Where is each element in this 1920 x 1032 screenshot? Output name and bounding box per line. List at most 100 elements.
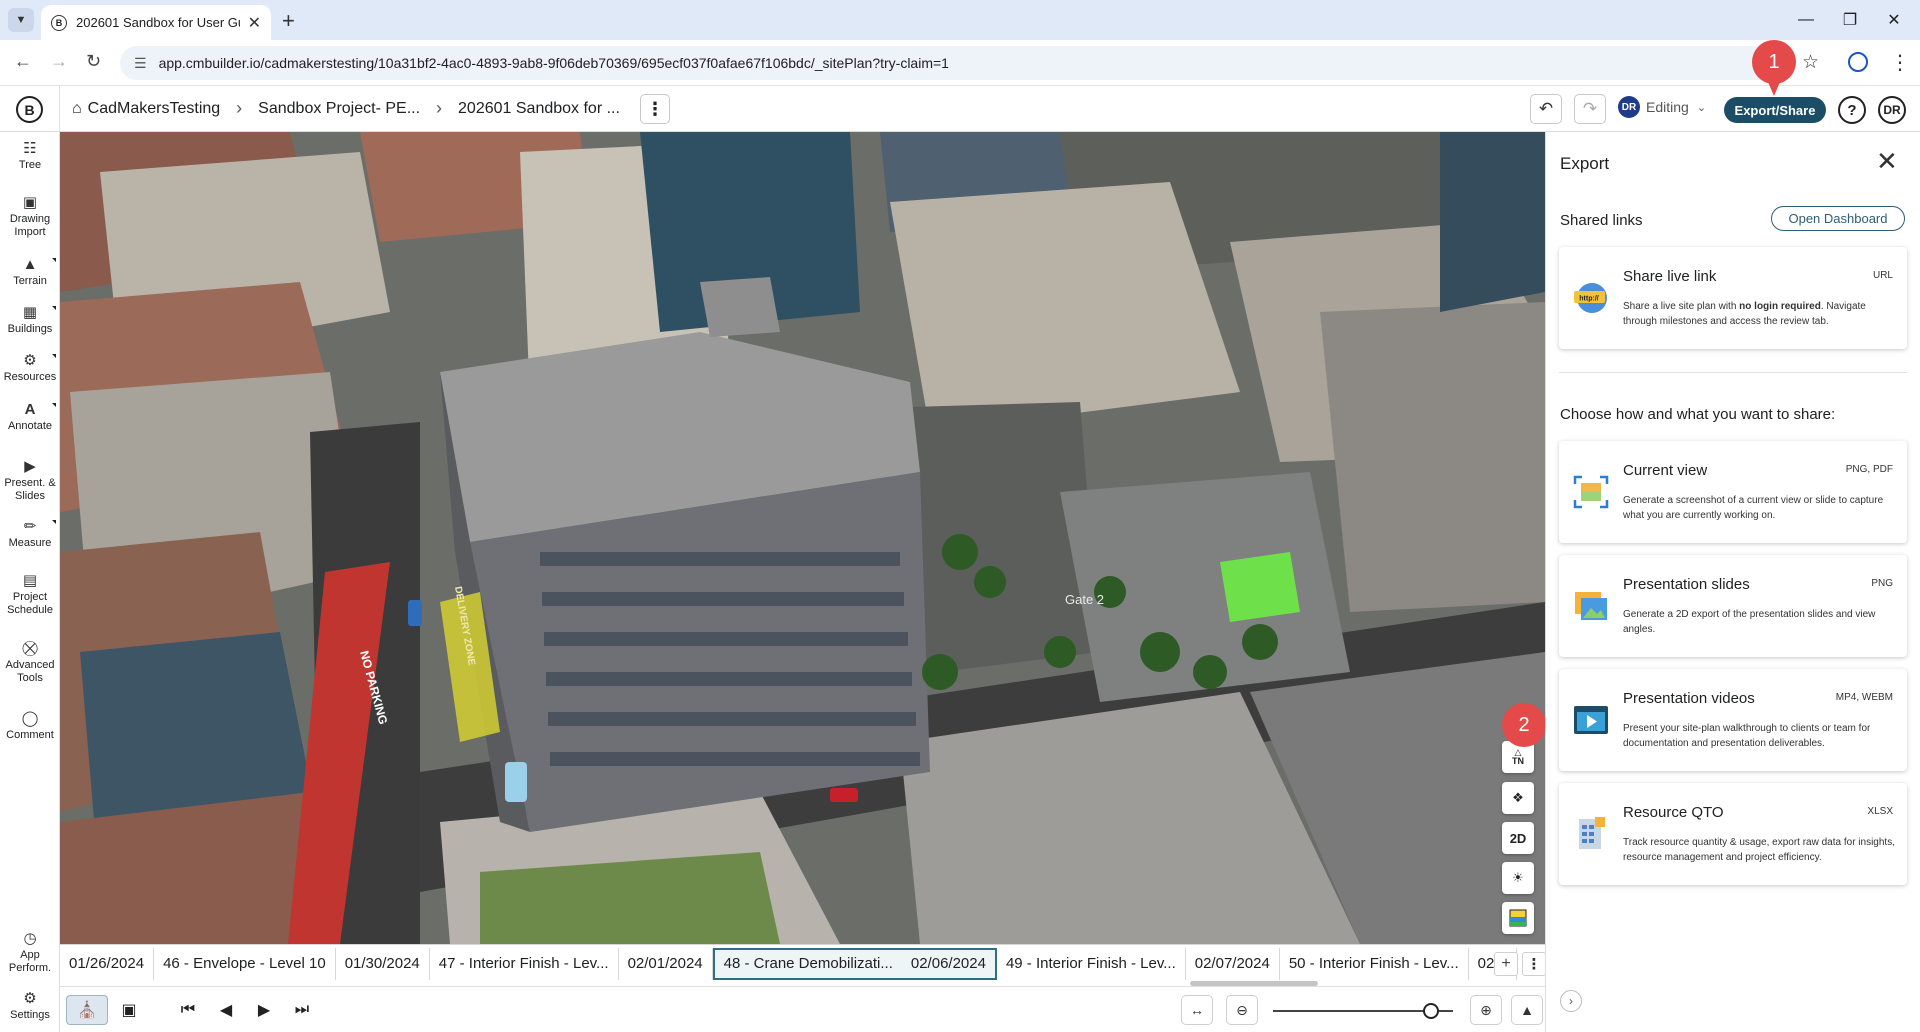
previous-button[interactable]: ◀ xyxy=(205,995,247,1025)
zoom-slider-thumb[interactable] xyxy=(1423,1003,1440,1019)
tool-buildings[interactable]: ▦ Buildings xyxy=(0,304,60,336)
fit-width-button[interactable]: ↔ xyxy=(1181,995,1213,1025)
sun-tool-button[interactable]: ☀ xyxy=(1502,862,1534,894)
breadcrumb-org[interactable]: CadMakersTesting xyxy=(88,100,221,118)
browser-tab[interactable]: B 202601 Sandbox for User Guide ✕ xyxy=(41,5,271,40)
shared-links-heading: Shared links xyxy=(1560,212,1643,229)
card-description: Share a live site plan with no login req… xyxy=(1623,301,1866,327)
gate-label: Gate 2 xyxy=(1065,592,1104,607)
play-button[interactable]: ▶ xyxy=(243,995,285,1025)
open-dashboard-button[interactable]: Open Dashboard xyxy=(1771,206,1905,231)
close-panel-icon[interactable]: ✕ xyxy=(1876,148,1898,174)
export-share-button[interactable]: Export/Share xyxy=(1724,97,1826,123)
milestone-item[interactable]: 47 - Interior Finish - Lev... xyxy=(430,947,619,980)
fullscreen-button[interactable]: ▲ xyxy=(1511,995,1543,1025)
share-live-link-card[interactable]: http:// Share live link URL Share a live… xyxy=(1559,247,1907,349)
milestone-item[interactable]: 50 - Interior Finish - Lev... xyxy=(1280,947,1469,980)
zoom-slider[interactable] xyxy=(1273,1003,1453,1019)
card-title: Presentation videos xyxy=(1623,690,1755,707)
add-milestone-button[interactable]: + xyxy=(1494,952,1518,976)
presentation-icon: ▶ xyxy=(24,458,36,475)
breadcrumb-siteplan[interactable]: 202601 Sandbox for ... xyxy=(458,100,620,118)
new-tab-button[interactable]: + xyxy=(282,8,295,34)
tool-annotate[interactable]: A Annotate xyxy=(0,401,60,433)
home-icon[interactable]: ⌂ xyxy=(72,100,82,118)
tool-tree[interactable]: ☷ Tree xyxy=(0,140,60,172)
3d-viewport[interactable]: NO PARKING DELIVERY ZONE Gate 2 xyxy=(60,132,1545,944)
milestone-item[interactable]: 49 - Interior Finish - Lev... xyxy=(997,947,1186,980)
tool-presentation[interactable]: ▶ Present. & Slides xyxy=(0,458,60,503)
forward-button[interactable]: → xyxy=(50,51,68,72)
layers-button[interactable] xyxy=(1502,902,1534,934)
milestone-item[interactable]: 46 - Envelope - Level 10 xyxy=(154,947,336,980)
ruler-icon: ✏ xyxy=(23,518,37,535)
card-title: Resource QTO xyxy=(1623,804,1724,821)
skip-end-button[interactable]: ⏭ xyxy=(281,995,323,1025)
toggle-2d-button[interactable]: 2D xyxy=(1502,822,1534,854)
reload-button[interactable]: ↻ xyxy=(86,51,101,72)
profile-icon[interactable] xyxy=(1848,52,1868,72)
gauge-icon: ◷ xyxy=(23,930,37,947)
redo-button[interactable]: ↷ xyxy=(1574,94,1606,124)
browser-menu-icon[interactable]: ⋮ xyxy=(1890,50,1910,75)
site-info-icon[interactable]: ☰ xyxy=(134,55,147,72)
zoom-in-button[interactable]: ⊕ xyxy=(1470,995,1502,1025)
tab-search-button[interactable]: ▼ xyxy=(8,8,34,32)
siteplan-view-button[interactable]: ⛪ xyxy=(66,995,108,1025)
breadcrumb-project[interactable]: Sandbox Project- PE... xyxy=(258,100,420,118)
tool-drawing-import[interactable]: ▣ Drawing Import xyxy=(0,194,60,239)
svg-text:http://: http:// xyxy=(1579,296,1598,303)
restore-button[interactable]: ❐ xyxy=(1826,0,1874,40)
presentation-view-button[interactable]: ▣ xyxy=(108,995,150,1025)
back-button[interactable]: ← xyxy=(14,51,32,72)
card-description: Generate a screenshot of a current view … xyxy=(1623,495,1884,521)
callout-pointer-1 xyxy=(1768,82,1780,96)
card-format: PNG, PDF xyxy=(1845,464,1893,475)
mode-dropdown[interactable]: DR Editing ⌄ xyxy=(1618,96,1706,118)
milestone-date[interactable]: 01/30/2024 xyxy=(336,947,430,980)
avatar[interactable]: DR xyxy=(1878,96,1906,124)
tool-terrain[interactable]: ▲ Terrain xyxy=(0,256,60,288)
tool-resources[interactable]: ⚙ Resources xyxy=(0,352,60,384)
help-button[interactable]: ? xyxy=(1838,96,1866,124)
tree-icon: ☷ xyxy=(23,140,37,157)
building-icon: ▦ xyxy=(22,304,38,321)
card-format: XLSX xyxy=(1867,806,1893,817)
skip-end-icon: ⏭ xyxy=(294,1001,310,1018)
presentation-videos-card[interactable]: Presentation videos MP4, WEBM Present yo… xyxy=(1559,669,1907,771)
undo-button[interactable]: ↶ xyxy=(1530,94,1562,124)
url-field[interactable]: ☰ app.cmbuilder.io/cadmakerstesting/10a3… xyxy=(120,46,1780,80)
current-view-card[interactable]: Current view PNG, PDF Generate a screens… xyxy=(1559,441,1907,543)
milestone-menu-button[interactable]: ⋮ xyxy=(1522,952,1546,976)
tool-project-schedule[interactable]: ▤ Project Schedule xyxy=(0,572,60,617)
cube-icon: ❖ xyxy=(1512,790,1524,805)
resource-qto-card[interactable]: Resource QTO XLSX Track resource quantit… xyxy=(1559,783,1907,885)
expand-panel-button[interactable]: › xyxy=(1560,990,1582,1012)
tool-measure[interactable]: ✏ Measure xyxy=(0,518,60,550)
user-badge: DR xyxy=(1618,96,1640,118)
zoom-out-button[interactable]: ⊖ xyxy=(1226,995,1258,1025)
bookmark-star-icon[interactable]: ☆ xyxy=(1802,51,1819,74)
card-title: Presentation slides xyxy=(1623,576,1750,593)
skip-start-button[interactable]: ⏮ xyxy=(167,995,209,1025)
chevron-down-icon: ▼ xyxy=(15,14,27,26)
breadcrumb-more-button[interactable]: ⋮ xyxy=(640,94,670,124)
tool-comment[interactable]: ◯ Comment xyxy=(0,710,60,742)
app-logo[interactable]: B xyxy=(16,96,43,123)
panel-title: Export xyxy=(1560,154,1610,173)
tool-advanced-tools[interactable]: ⛒ Advanced Tools xyxy=(0,640,60,685)
milestone-date[interactable]: 02/07/2024 xyxy=(1186,947,1280,980)
tool-settings[interactable]: ⚙ Settings xyxy=(0,990,60,1022)
close-window-button[interactable]: ✕ xyxy=(1870,0,1918,40)
header-divider xyxy=(59,86,60,132)
card-title: Share live link xyxy=(1623,268,1717,285)
view-cube-button[interactable]: ❖ xyxy=(1502,782,1534,814)
tool-app-performance[interactable]: ◷ App Perform. xyxy=(0,930,60,975)
spreadsheet-icon xyxy=(1579,817,1605,849)
milestone-date[interactable]: 01/26/2024 xyxy=(60,947,155,980)
presentation-slides-card[interactable]: Presentation slides PNG Generate a 2D ex… xyxy=(1559,555,1907,657)
minimize-button[interactable]: — xyxy=(1782,0,1830,40)
milestone-date[interactable]: 02/01/2024 xyxy=(619,947,713,980)
tab-close-icon[interactable]: ✕ xyxy=(248,13,261,33)
milestone-item-selected[interactable]: 48 - Crane Demobilizati... 02/06/2024 xyxy=(712,947,997,980)
